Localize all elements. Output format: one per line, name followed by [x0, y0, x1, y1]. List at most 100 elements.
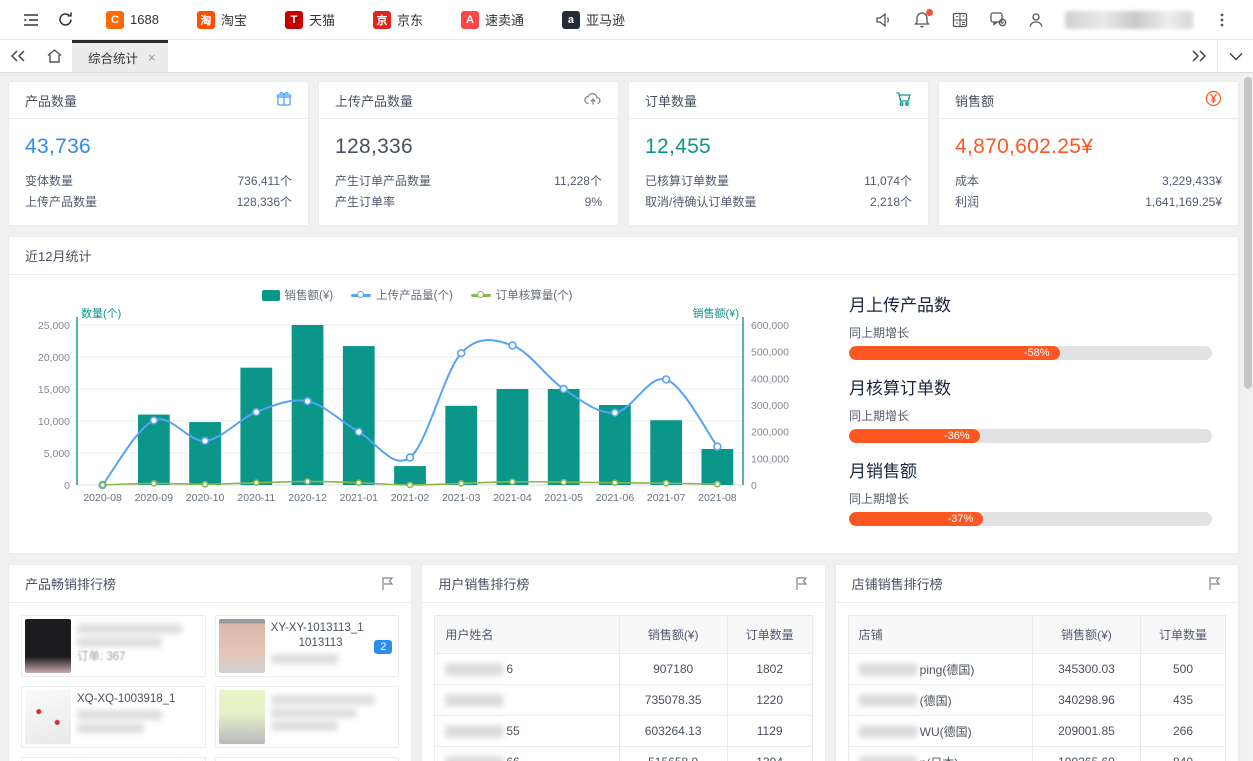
point-2021-08[interactable] [715, 481, 720, 486]
bar-2021-04[interactable] [497, 389, 529, 485]
point-2021-07[interactable] [663, 376, 670, 383]
column-header-name[interactable]: 用户姓名 [435, 616, 619, 653]
point-2020-10[interactable] [202, 482, 207, 487]
point-2020-10[interactable] [202, 437, 209, 444]
scroll-tabs-right-icon[interactable] [1181, 40, 1217, 72]
cell-name [435, 685, 619, 715]
marketplace-tab-京东[interactable]: 京京东 [363, 0, 433, 40]
table-row[interactable]: ping(德国)345300.03500 [849, 653, 1225, 684]
redacted-line [77, 624, 182, 634]
marketplace-tab-天猫[interactable]: T天猫 [275, 0, 345, 40]
bar-2020-11[interactable] [240, 368, 272, 485]
bar-2021-03[interactable] [445, 406, 477, 485]
point-2020-11[interactable] [254, 480, 259, 485]
product-card[interactable]: XY-XY-1013113_110131132 [215, 615, 400, 677]
point-2021-07[interactable] [664, 481, 669, 486]
username-redacted[interactable] [1065, 11, 1193, 29]
product-order-count: 订单: 367 [77, 650, 199, 665]
combo-chart[interactable]: 销售额(¥) 上传产品量(个) 订单核算量(个) 05,00010,00015,00… [9, 275, 819, 554]
bar-2021-01[interactable] [343, 346, 375, 485]
notification-bell-icon[interactable] [905, 0, 939, 40]
point-2020-09[interactable] [150, 417, 157, 424]
user-icon[interactable] [1019, 0, 1053, 40]
table-row[interactable]: n(日本)199265.69840 [849, 746, 1225, 761]
point-2021-03[interactable] [458, 350, 465, 357]
marketplace-tab-淘宝[interactable]: 淘淘宝 [187, 0, 257, 40]
product-card[interactable]: XQ-XQ-1003918_1 [21, 686, 206, 748]
point-2021-05[interactable] [560, 386, 567, 393]
cell-sales: 515658.9 [620, 747, 728, 761]
flag-icon[interactable] [794, 576, 809, 591]
more-menu-icon[interactable] [1205, 0, 1239, 40]
close-tab-icon[interactable]: × [148, 50, 156, 65]
vertical-scrollbar[interactable] [1243, 73, 1253, 761]
marketplace-tab-速卖通[interactable]: A速卖通 [451, 0, 534, 40]
bar-2021-06[interactable] [599, 405, 631, 485]
column-header-sales[interactable]: 销售额(¥) [620, 616, 728, 653]
cell-name: 55 [435, 716, 619, 746]
point-2021-04[interactable] [510, 479, 515, 484]
scroll-tabs-left-icon[interactable] [0, 40, 36, 72]
column-header-orders[interactable]: 订单数量 [1141, 616, 1225, 653]
table-row[interactable]: 55603264.131129 [435, 715, 811, 746]
point-2021-06[interactable] [612, 409, 619, 416]
bar-2021-08[interactable] [702, 449, 734, 485]
marketplace-tab-1688[interactable]: C1688 [96, 0, 169, 40]
table-row[interactable]: (德国)340298.96435 [849, 684, 1225, 715]
column-header-orders[interactable]: 订单数量 [728, 616, 812, 653]
stat-card-value: 128,336 [335, 135, 602, 159]
scrollbar-thumb[interactable] [1244, 77, 1252, 389]
collapse-menu-icon[interactable] [14, 0, 48, 40]
home-icon[interactable] [36, 40, 72, 72]
point-2020-11[interactable] [253, 409, 260, 416]
chart-canvas[interactable]: 05,00010,00015,00020,00025,0000100,00020… [15, 305, 815, 537]
point-2021-03[interactable] [459, 481, 464, 486]
table-row[interactable]: WU(德国)209001.85266 [849, 715, 1225, 746]
point-2021-01[interactable] [355, 428, 362, 435]
legend-item[interactable]: 销售额(¥) [262, 287, 334, 303]
customer-service-icon[interactable] [981, 0, 1015, 40]
column-header-name[interactable]: 店铺 [849, 616, 1033, 653]
marketplace-tab-亚马逊[interactable]: a亚马逊 [552, 0, 635, 40]
bar-2021-05[interactable] [548, 389, 580, 485]
product-card[interactable]: 订单: 367 [21, 615, 206, 677]
point-2021-06[interactable] [612, 480, 617, 485]
tab-comprehensive-statistics[interactable]: 综合统计 × [72, 40, 168, 72]
legend-item[interactable]: 上传产品量(个) [351, 287, 453, 303]
flag-icon[interactable] [380, 576, 395, 591]
point-2020-12[interactable] [305, 479, 310, 484]
product-card[interactable]: XY-1012408_1 [215, 757, 400, 761]
growth-title: 月核算订单数 [849, 374, 1212, 399]
svg-text:2021-03: 2021-03 [442, 492, 481, 504]
cell-sales: 735078.35 [620, 685, 728, 715]
point-2021-08[interactable] [714, 443, 721, 450]
point-2021-02[interactable] [407, 482, 412, 487]
point-2021-02[interactable] [407, 454, 414, 461]
point-2020-08[interactable] [100, 482, 105, 487]
point-2021-01[interactable] [356, 480, 361, 485]
table-row[interactable]: 735078.351220 [435, 684, 811, 715]
calculator-icon[interactable] [943, 0, 977, 40]
tab-options-icon[interactable] [1217, 40, 1253, 72]
svg-text:300,000: 300,000 [751, 400, 789, 412]
product-card[interactable] [215, 686, 400, 748]
product-card[interactable] [21, 757, 206, 761]
point-2021-05[interactable] [561, 480, 566, 485]
table-row[interactable]: 69071801802 [435, 653, 811, 684]
column-header-sales[interactable]: 销售额(¥) [1033, 616, 1141, 653]
legend-item[interactable]: 订单核算量(个) [471, 287, 573, 303]
point-2020-09[interactable] [151, 481, 156, 486]
bar-2020-09[interactable] [138, 415, 170, 485]
point-2020-12[interactable] [304, 398, 311, 405]
flag-icon[interactable] [1207, 576, 1222, 591]
table-row[interactable]: 66515658.91394 [435, 746, 811, 761]
bestseller-products-panel: 产品畅销排行榜 订单: 367XY-XY-1013113_110131132XQ… [8, 564, 412, 761]
bar-2021-07[interactable] [650, 420, 682, 485]
stat-card-header: 订单数量 [629, 82, 928, 119]
refresh-icon[interactable] [48, 0, 82, 40]
yen-icon [1205, 90, 1222, 110]
announcement-icon[interactable] [867, 0, 901, 40]
bar-2020-10[interactable] [189, 422, 221, 485]
growth-sublabel: 同上期增长 [849, 490, 1212, 507]
point-2021-04[interactable] [509, 342, 516, 349]
